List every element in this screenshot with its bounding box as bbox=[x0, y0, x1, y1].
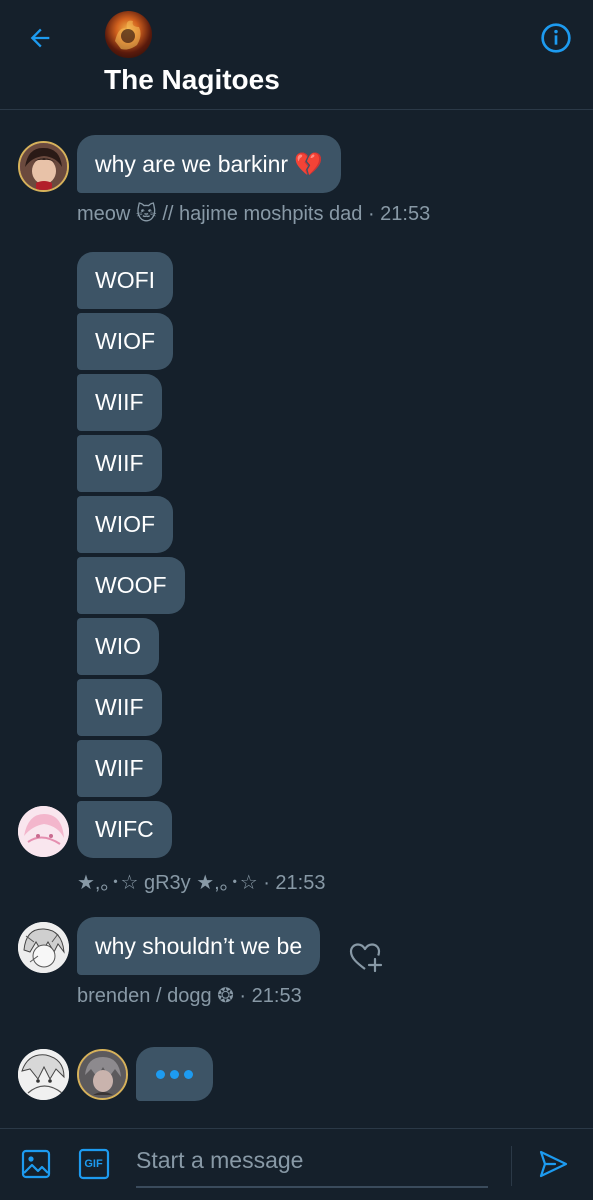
message-text: WIOF bbox=[95, 511, 156, 537]
conversation-header: The Nagitoes bbox=[0, 0, 593, 110]
back-button[interactable] bbox=[22, 20, 58, 56]
gif-button[interactable]: GIF bbox=[77, 1148, 110, 1180]
message-bubble[interactable]: WIO bbox=[77, 618, 159, 675]
group-avatar[interactable] bbox=[105, 11, 152, 58]
message-bubble[interactable]: WIFC bbox=[77, 801, 172, 858]
conversation-title[interactable]: The Nagitoes bbox=[104, 64, 280, 96]
message-text: WOFI bbox=[95, 267, 156, 293]
avatar[interactable] bbox=[18, 922, 69, 973]
message-text: why shouldn’t we be bbox=[95, 932, 303, 959]
message-bubble[interactable]: WIIF bbox=[77, 679, 162, 736]
message-bubble[interactable]: WIOF bbox=[77, 496, 174, 553]
typing-avatar[interactable] bbox=[77, 1049, 128, 1100]
message-text: WIIF bbox=[95, 694, 144, 720]
message-text: WIIF bbox=[95, 389, 144, 415]
message-text: WOOF bbox=[95, 572, 167, 598]
media-button[interactable] bbox=[18, 1146, 54, 1182]
message-bubble[interactable]: why are we barkinr 💔 bbox=[77, 135, 342, 193]
message-meta: ★,｡･☆ gR3y ★,｡･☆ · 21:53 bbox=[77, 872, 326, 894]
typing-dot bbox=[184, 1069, 193, 1079]
heart-plus-icon bbox=[349, 943, 383, 973]
message-bubble[interactable]: WIIF bbox=[77, 740, 162, 797]
message-bubble[interactable]: WIOF bbox=[77, 313, 174, 370]
message-text: WIFC bbox=[95, 816, 154, 842]
typing-avatar[interactable] bbox=[18, 1049, 69, 1100]
message-text: WIIF bbox=[95, 755, 144, 781]
send-icon bbox=[539, 1150, 568, 1178]
message-text: WIO bbox=[95, 633, 141, 659]
message-bubble[interactable]: WIIF bbox=[77, 435, 162, 492]
composer-divider bbox=[511, 1146, 512, 1186]
message-text: WIOF bbox=[95, 328, 156, 354]
like-button[interactable] bbox=[348, 940, 384, 976]
message-bubble[interactable]: why shouldn’t we be bbox=[77, 917, 321, 975]
arrow-left-icon bbox=[30, 28, 50, 48]
gif-label: GIF bbox=[84, 1158, 103, 1170]
info-icon bbox=[541, 23, 571, 53]
message-bubble[interactable]: WIIF bbox=[77, 374, 162, 431]
message-text: WIIF bbox=[95, 450, 144, 476]
image-icon bbox=[21, 1149, 51, 1179]
avatar[interactable] bbox=[18, 141, 69, 192]
avatar[interactable] bbox=[18, 806, 69, 857]
message-text: why are we barkinr 💔 bbox=[95, 150, 324, 177]
message-bubble[interactable]: WOOF bbox=[77, 557, 185, 614]
message-meta: brenden / dogg ❂ · 21:53 bbox=[77, 985, 302, 1007]
typing-dot bbox=[170, 1069, 179, 1079]
message-meta: meow 🐱 // hajime moshpits dad · 21:53 bbox=[77, 203, 431, 225]
typing-dot bbox=[156, 1069, 165, 1079]
info-button[interactable] bbox=[538, 20, 574, 56]
typing-indicator bbox=[136, 1047, 213, 1101]
message-input[interactable] bbox=[136, 1140, 488, 1188]
send-button[interactable] bbox=[535, 1146, 571, 1182]
message-bubble[interactable]: WOFI bbox=[77, 252, 174, 309]
